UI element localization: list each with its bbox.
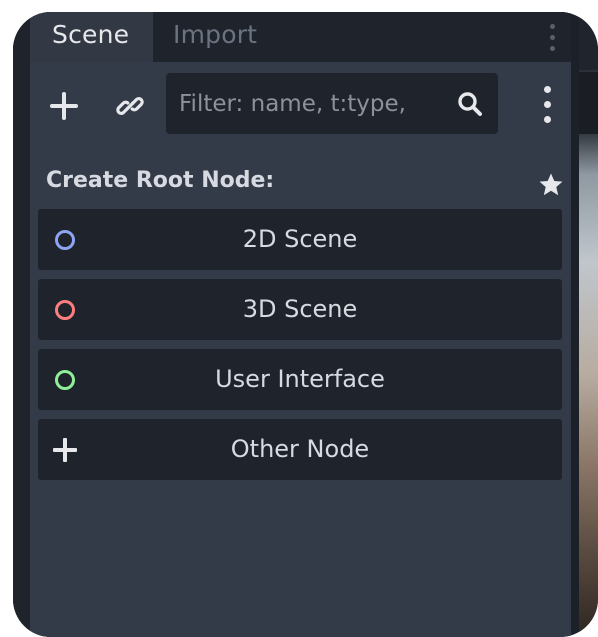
instantiate-scene-button[interactable]	[114, 90, 146, 122]
scene-panel: Create Root Node: 2D Scene 3D Scene User…	[30, 62, 571, 637]
create-root-node-title: Create Root Node:	[46, 168, 275, 193]
add-node-button[interactable]	[50, 92, 78, 120]
star-icon[interactable]	[538, 172, 564, 198]
dock-left-edge	[13, 12, 30, 637]
search-icon[interactable]	[456, 90, 484, 118]
scene-dock: Scene Import Filter: name, t:type, Creat…	[13, 12, 571, 637]
dock-tab-bar: Scene Import	[13, 12, 571, 62]
button-label: 2D Scene	[242, 225, 358, 253]
user-interface-button[interactable]: User Interface	[38, 349, 562, 410]
button-label: 3D Scene	[242, 295, 358, 323]
other-node-button[interactable]: Other Node	[38, 419, 562, 480]
3d-scene-button[interactable]: 3D Scene	[38, 279, 562, 340]
button-label: User Interface	[215, 365, 385, 393]
2d-scene-button[interactable]: 2D Scene	[38, 209, 562, 270]
editor-window: Scene Import Filter: name, t:type, Creat…	[13, 12, 598, 637]
tab-scene[interactable]: Scene	[30, 12, 153, 62]
filter-input[interactable]	[166, 73, 446, 134]
viewport-toolbar	[579, 70, 598, 134]
tab-menu-dots-icon[interactable]	[543, 22, 563, 54]
scene-options-menu-icon[interactable]	[540, 86, 556, 124]
filter-box	[166, 73, 498, 134]
button-label: Other Node	[230, 435, 370, 463]
link-icon	[116, 97, 144, 115]
tab-import[interactable]: Import	[173, 12, 257, 62]
